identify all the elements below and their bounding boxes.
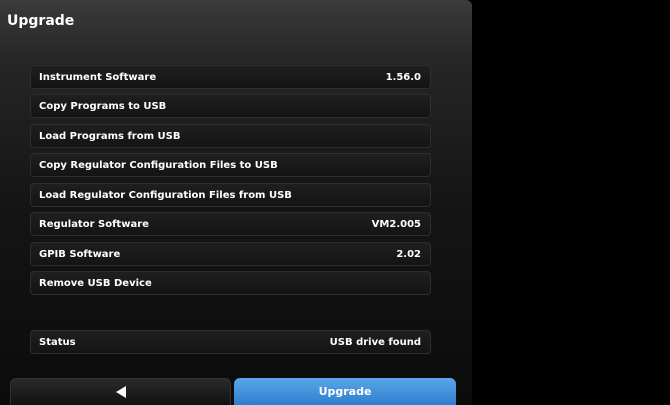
row-label: GPIB Software xyxy=(39,248,121,260)
row-label: Copy Regulator Configuration Files to US… xyxy=(39,159,278,171)
load-programs-from-usb-row[interactable]: Load Programs from USB xyxy=(30,124,431,148)
gpib-software-row[interactable]: GPIB Software 2.02 xyxy=(30,242,431,266)
back-button[interactable] xyxy=(10,378,231,405)
row-label: Copy Programs to USB xyxy=(39,100,167,112)
upgrade-button[interactable]: Upgrade xyxy=(234,378,456,405)
page-title: Upgrade xyxy=(7,13,75,29)
copy-regulator-config-to-usb-row[interactable]: Copy Regulator Configuration Files to US… xyxy=(30,153,431,177)
row-label: Load Regulator Configuration Files from … xyxy=(39,189,292,201)
back-arrow-icon xyxy=(115,386,126,398)
status-row: Status USB drive found xyxy=(30,330,431,354)
load-regulator-config-from-usb-row[interactable]: Load Regulator Configuration Files from … xyxy=(30,183,431,207)
row-value: 2.02 xyxy=(396,248,421,260)
row-label: Instrument Software xyxy=(39,71,157,83)
status-value: USB drive found xyxy=(329,336,421,348)
remove-usb-device-row[interactable]: Remove USB Device xyxy=(30,271,431,295)
row-value: 1.56.0 xyxy=(385,71,421,83)
status-label: Status xyxy=(39,336,76,348)
row-value: VM2.005 xyxy=(371,218,421,230)
row-label: Regulator Software xyxy=(39,218,149,230)
row-label: Remove USB Device xyxy=(39,277,152,289)
row-label: Load Programs from USB xyxy=(39,130,181,142)
regulator-software-row[interactable]: Regulator Software VM2.005 xyxy=(30,212,431,236)
copy-programs-to-usb-row[interactable]: Copy Programs to USB xyxy=(30,94,431,118)
instrument-software-row[interactable]: Instrument Software 1.56.0 xyxy=(30,65,431,89)
upgrade-panel: Upgrade Instrument Software 1.56.0 Copy … xyxy=(0,0,472,405)
